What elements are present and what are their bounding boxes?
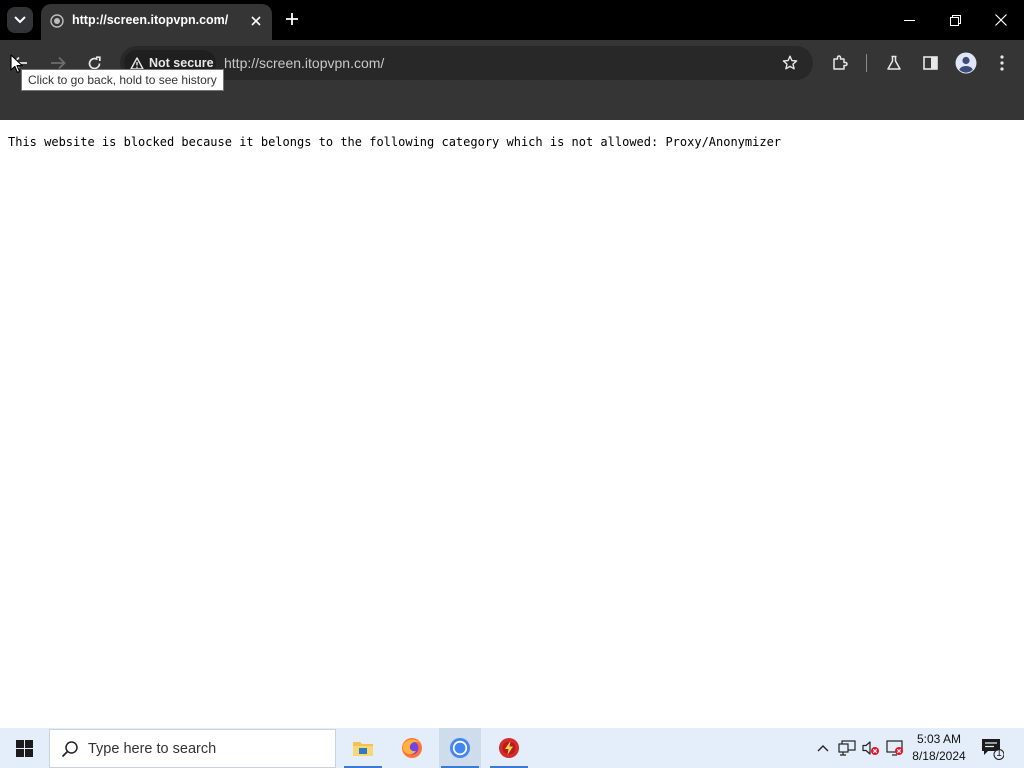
arrow-right-icon <box>51 56 66 70</box>
search-placeholder: Type here to search <box>88 741 217 757</box>
back-button-tooltip: Click to go back, hold to see history <box>21 69 224 91</box>
browser-tab-strip: http://screen.itopvpn.com/ <box>0 0 1024 40</box>
taskbar-file-explorer[interactable] <box>342 728 384 768</box>
app-lightning-icon <box>499 738 519 758</box>
restore-icon <box>949 14 961 26</box>
toolbar-divider <box>866 54 867 72</box>
side-panel-button[interactable] <box>916 49 944 77</box>
notification-center-button[interactable]: 1 <box>980 736 1005 760</box>
more-vertical-icon <box>1000 55 1004 71</box>
profile-button[interactable] <box>952 49 980 77</box>
network-tray-button[interactable] <box>837 738 857 758</box>
show-hidden-icons-button[interactable] <box>813 738 833 758</box>
monitor-alert-icon <box>886 740 903 756</box>
windows-taskbar: Type here to search 5:03 AM 8/18/2024 1 <box>0 728 1024 768</box>
close-icon <box>995 14 1007 26</box>
taskbar-firefox[interactable] <box>391 728 433 768</box>
browser-tab-active[interactable]: http://screen.itopvpn.com/ <box>41 4 272 40</box>
extensions-button[interactable] <box>826 49 854 77</box>
clock-date: 8/18/2024 <box>912 749 966 763</box>
labs-button[interactable] <box>880 49 908 77</box>
mouse-cursor-icon <box>10 54 23 73</box>
tab-close-button[interactable] <box>247 12 265 30</box>
taskbar-chrome[interactable] <box>439 728 481 768</box>
url-text[interactable]: http://screen.itopvpn.com/ <box>224 55 384 71</box>
star-icon <box>782 55 798 70</box>
security-label: Not secure <box>149 56 214 70</box>
volume-tray-button[interactable] <box>861 738 881 758</box>
start-button[interactable] <box>0 728 48 768</box>
clock-time: 5:03 AM <box>916 732 962 746</box>
volume-muted-icon <box>862 741 879 755</box>
chevron-up-icon <box>817 745 829 752</box>
firefox-icon <box>402 738 422 758</box>
close-icon <box>251 16 261 26</box>
minimize-button[interactable] <box>886 0 932 40</box>
flask-icon <box>887 55 901 70</box>
windows-logo-icon <box>15 739 33 757</box>
avatar-icon <box>955 52 977 74</box>
plus-icon <box>286 13 298 25</box>
security-tray-button[interactable] <box>885 738 905 758</box>
taskbar-app-red[interactable] <box>488 728 530 768</box>
minimize-icon <box>903 19 915 21</box>
page-content: This website is blocked because it belon… <box>0 120 1024 728</box>
taskbar-search-box[interactable]: Type here to search <box>49 729 336 768</box>
bookmark-button[interactable] <box>776 49 804 77</box>
tab-search-button[interactable] <box>7 7 33 33</box>
notification-count: 1 <box>996 748 1002 759</box>
network-icon <box>838 740 856 756</box>
new-tab-button[interactable] <box>280 7 304 31</box>
globe-icon <box>50 14 64 28</box>
folder-icon <box>353 742 373 756</box>
restore-button[interactable] <box>932 0 978 40</box>
tab-title: http://screen.itopvpn.com/ <box>72 13 229 27</box>
menu-button[interactable] <box>988 49 1016 77</box>
system-clock[interactable]: 5:03 AM 8/18/2024 <box>908 731 970 765</box>
close-window-button[interactable] <box>978 0 1024 40</box>
warning-icon <box>130 56 144 70</box>
search-icon <box>61 741 78 758</box>
blocked-message: This website is blocked because it belon… <box>8 135 782 149</box>
chrome-icon <box>450 738 470 758</box>
puzzle-icon <box>833 55 848 70</box>
chevron-down-icon <box>14 16 26 24</box>
side-panel-icon <box>922 56 938 70</box>
